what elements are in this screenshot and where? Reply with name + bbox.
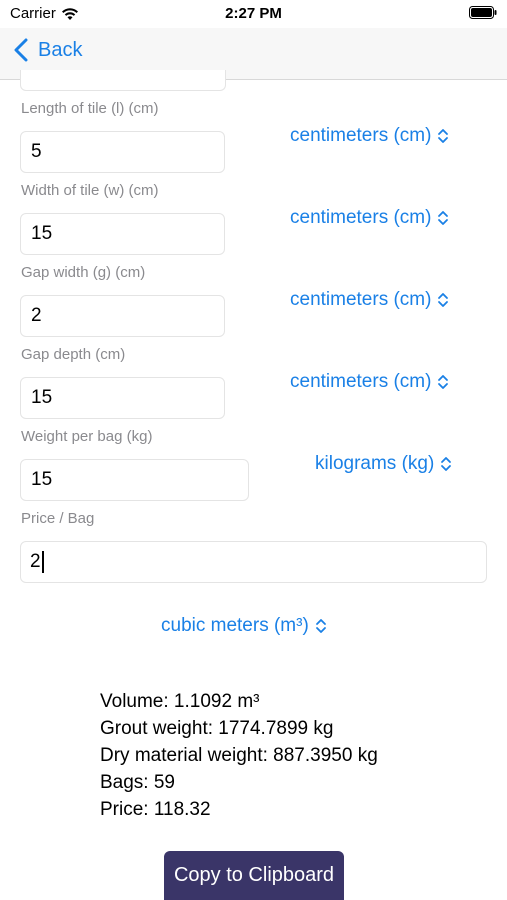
- result-price: Price: 118.32: [100, 799, 211, 820]
- battery-icon: [469, 6, 497, 19]
- result-bags: Bags: 59: [100, 772, 175, 793]
- length-unit-picker[interactable]: centimeters (cm): [290, 125, 449, 147]
- width-label: Width of tile (w) (cm): [21, 182, 159, 199]
- gap-depth-unit-picker[interactable]: centimeters (cm): [290, 371, 449, 393]
- length-unit-label: centimeters (cm): [290, 125, 432, 146]
- back-label: Back: [38, 38, 83, 61]
- width-unit-label: centimeters (cm): [290, 207, 432, 228]
- chevron-up-down-icon: [438, 211, 449, 225]
- results-block: Volume: 1.1092 m³ Grout weight: 1774.789…: [100, 688, 378, 823]
- price-per-bag-value: 2: [30, 551, 41, 572]
- weight-unit-label: kilograms (kg): [315, 453, 435, 474]
- gap-width-input[interactable]: 2: [20, 295, 225, 337]
- status-time: 2:27 PM: [225, 5, 282, 22]
- gap-depth-label: Gap depth (cm): [21, 346, 126, 363]
- volume-unit-label: cubic meters (m³): [161, 615, 309, 636]
- chevron-up-down-icon: [315, 619, 326, 633]
- result-grout-weight: Grout weight: 1774.7899 kg: [100, 718, 334, 739]
- gap-depth-unit-label: centimeters (cm): [290, 371, 432, 392]
- weight-unit-picker[interactable]: kilograms (kg): [315, 453, 452, 475]
- gap-width-unit-label: centimeters (cm): [290, 289, 432, 310]
- volume-unit-picker[interactable]: cubic meters (m³): [161, 615, 327, 637]
- chevron-up-down-icon: [438, 375, 449, 389]
- weight-per-bag-input[interactable]: 15: [20, 459, 249, 501]
- width-input[interactable]: 15: [20, 213, 225, 255]
- chevron-up-down-icon: [438, 129, 449, 143]
- result-volume: Volume: 1.1092 m³: [100, 691, 260, 712]
- gap-width-unit-picker[interactable]: centimeters (cm): [290, 289, 449, 311]
- copy-to-clipboard-button[interactable]: Copy to Clipboard: [164, 851, 344, 900]
- price-per-bag-input[interactable]: 2: [20, 541, 487, 583]
- chevron-up-down-icon: [441, 457, 452, 471]
- result-dry-weight: Dry material weight: 887.3950 kg: [100, 745, 378, 766]
- gap-depth-input[interactable]: 15: [20, 377, 225, 419]
- width-unit-picker[interactable]: centimeters (cm): [290, 207, 449, 229]
- text-cursor: [41, 550, 44, 573]
- status-bar: Carrier 2:27 PM: [0, 0, 507, 28]
- price-per-bag-label: Price / Bag: [21, 510, 95, 527]
- gap-width-label: Gap width (g) (cm): [21, 264, 146, 281]
- chevron-up-down-icon: [438, 293, 449, 307]
- weight-per-bag-label: Weight per bag (kg): [21, 428, 153, 445]
- chevron-left-icon: [14, 38, 28, 62]
- length-input[interactable]: 5: [20, 131, 225, 173]
- length-label: Length of tile (l) (cm): [21, 100, 159, 117]
- scrolled-field-remnant[interactable]: [20, 70, 226, 91]
- back-button[interactable]: Back: [14, 38, 82, 62]
